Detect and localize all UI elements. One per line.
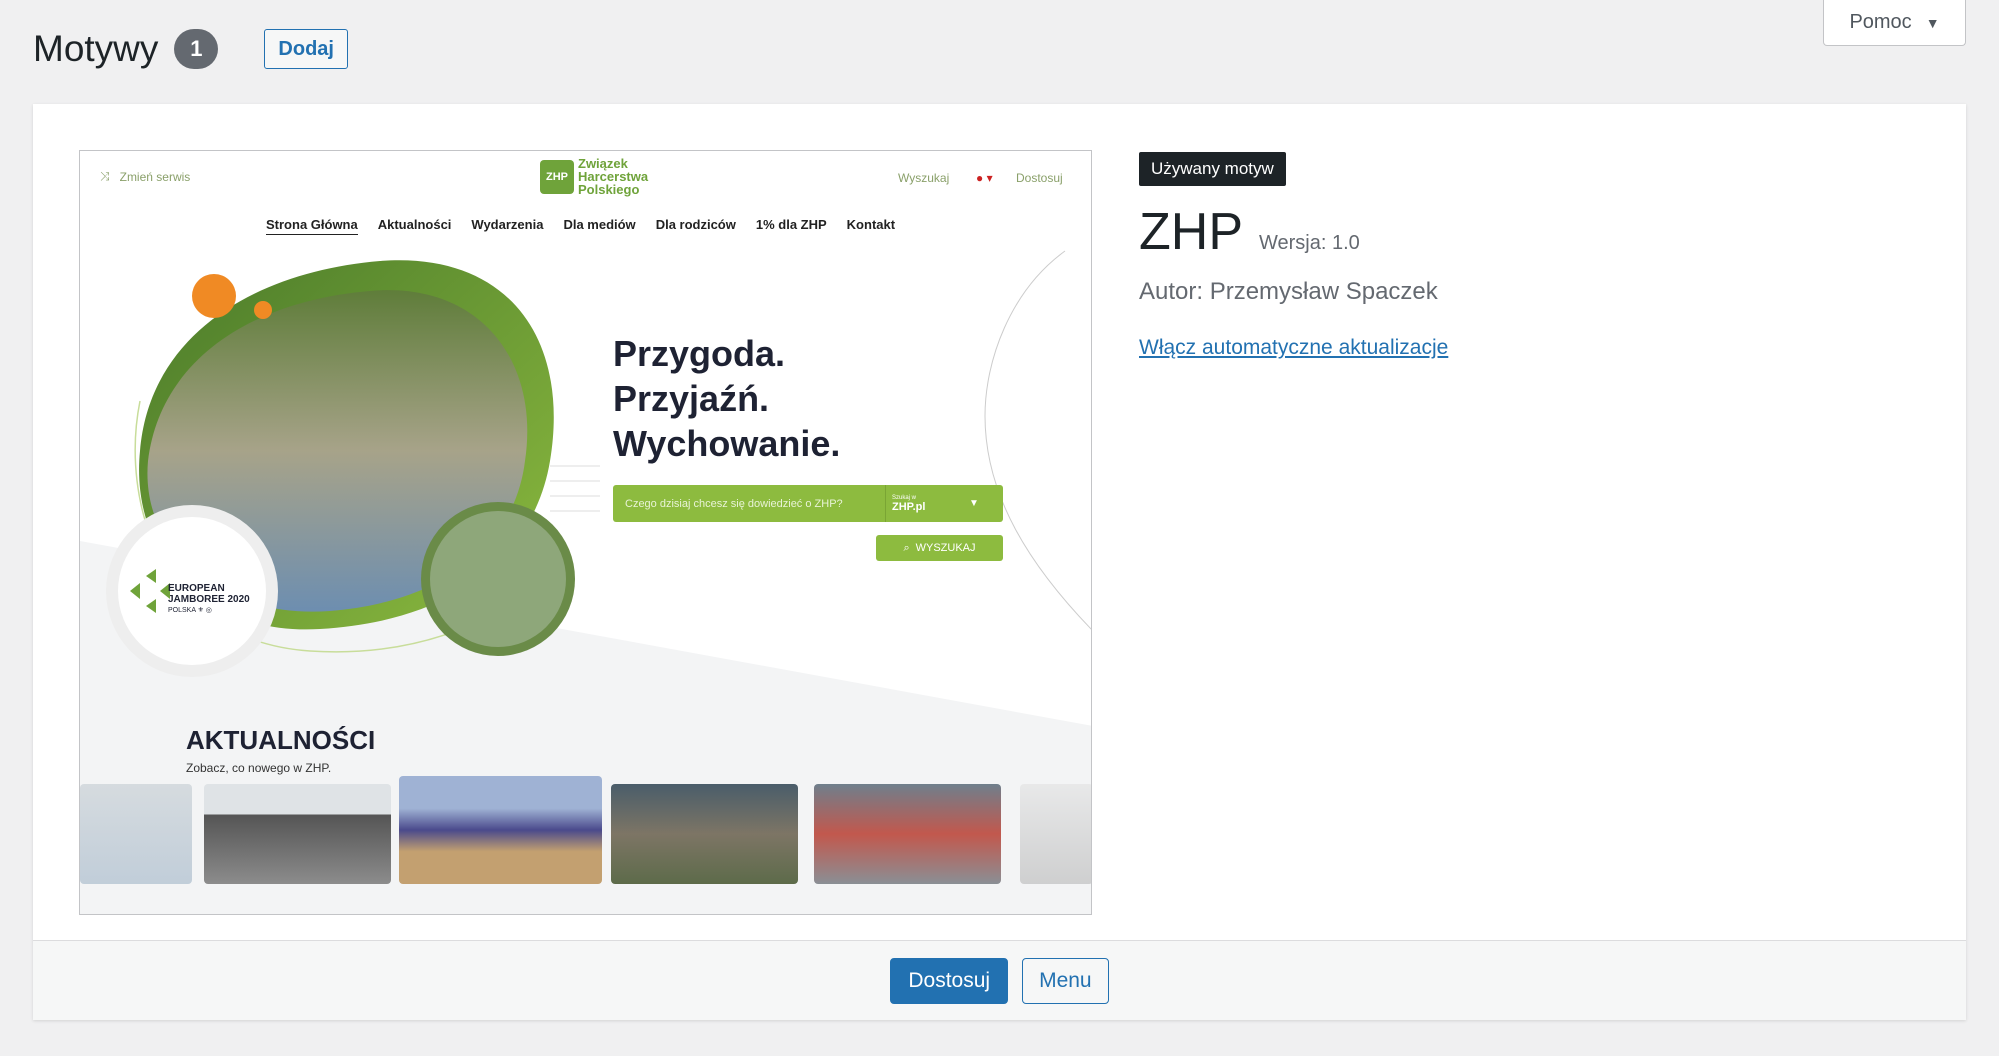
jamboree-line: POLSKA ⚜ ◎ [168, 607, 212, 614]
caret-down-icon: ▼ [1925, 14, 1940, 31]
preview-logo-text: Związek Harcerstwa Polskiego [578, 157, 648, 196]
preview-search-button: ⌕ WYSZUKAJ [876, 535, 1003, 561]
zhp-logo-icon: ZHP [540, 159, 574, 194]
jamboree-line: JAMBOREE 2020 [168, 594, 250, 605]
preview-search-bar: Czego dzisiaj chcesz się dowiedzieć o ZH… [613, 485, 1003, 522]
preview-slogan-line: Przygoda. [613, 333, 786, 374]
active-theme-card: ⤨ Zmień serwis ZHP Związek Harcerstwa Po… [33, 104, 1966, 1020]
preview-search-button-label: WYSZUKAJ [915, 542, 976, 554]
menu-button[interactable]: Menu [1022, 957, 1109, 1004]
jamboree-badge: EUROPEAN JAMBOREE 2020 POLSKA ⚜ ◎ [168, 583, 250, 616]
enable-auto-updates-link[interactable]: Włącz automatyczne aktualizacje [1139, 336, 1448, 360]
preview-logo-line: Polskiego [578, 182, 640, 197]
preview-slogan: Przygoda. Przyjaźń. Wychowanie. [613, 331, 840, 466]
theme-name: ZHP [1139, 203, 1243, 261]
preview-topbar: ⤨ Zmień serwis ZHP Związek Harcerstwa Po… [80, 151, 1091, 201]
preview-search-scope-value: ZHP.pl [892, 500, 926, 513]
theme-details: Używany motyw ZHP Wersja: 1.0 Autor: Prz… [1139, 152, 1919, 360]
preview-customize-link: Dostosuj [1016, 171, 1063, 185]
current-theme-label: Używany motyw [1139, 152, 1286, 186]
preview-search-placeholder: Czego dzisiaj chcesz się dowiedzieć o ZH… [625, 497, 843, 510]
theme-version: Wersja: 1.0 [1259, 232, 1360, 254]
theme-actions: Dostosuj Menu [33, 940, 1966, 1020]
preview-search-link: Wyszukaj [898, 171, 950, 185]
help-tab-label: Pomoc [1849, 11, 1912, 33]
news-thumbnail [611, 784, 798, 884]
preview-slogan-line: Przyjaźń. [613, 378, 770, 419]
preview-nav-item: Strona Główna [266, 217, 358, 235]
page-title: Motywy [33, 28, 159, 69]
theme-screenshot[interactable]: ⤨ Zmień serwis ZHP Związek Harcerstwa Po… [79, 150, 1092, 915]
news-thumbnail [1020, 784, 1091, 884]
preview-change-service-label: Zmień serwis [119, 169, 191, 184]
theme-count-badge: 1 [174, 29, 219, 69]
customize-button[interactable]: Dostosuj [890, 957, 1009, 1004]
preview-logo: ZHP Związek Harcerstwa Polskiego [540, 157, 648, 196]
preview-nav: Strona Główna Aktualności Wydarzenia Dla… [266, 217, 895, 235]
preview-news-thumbnails [80, 776, 1091, 914]
add-theme-button[interactable]: Dodaj [264, 29, 348, 69]
preview-nav-item: Dla rodziców [655, 217, 736, 232]
preview-nav-item: Aktualności [377, 217, 452, 232]
flag-icon: ● ▾ [976, 171, 993, 185]
preview-slogan-line: Wychowanie. [613, 423, 841, 464]
news-thumbnail [399, 776, 602, 884]
news-thumbnail [80, 784, 192, 884]
page-header: Motywy 1 Dodaj [33, 28, 348, 70]
news-thumbnail [814, 784, 1001, 884]
preview-news-subtitle: Zobacz, co nowego w ZHP. [186, 761, 332, 775]
jamboree-line: EUROPEAN [168, 583, 225, 594]
shuffle-icon: ⤨ [100, 169, 110, 183]
caret-down-icon: ▼ [969, 498, 979, 509]
preview-nav-item: 1% dla ZHP [755, 217, 827, 232]
news-thumbnail [204, 784, 391, 884]
preview-nav-item: Kontakt [846, 217, 896, 232]
preview-news-title: AKTUALNOŚCI [186, 725, 376, 755]
theme-name-row: ZHP Wersja: 1.0 [1139, 202, 1919, 262]
preview-search-scope: Szukaj w ZHP.pl [885, 485, 969, 522]
theme-author: Autor: Przemysław Spaczek [1139, 278, 1438, 305]
preview-nav-item: Wydarzenia [471, 217, 544, 232]
search-icon: ⌕ [903, 541, 910, 554]
preview-nav-item: Dla mediów [563, 217, 636, 232]
help-tab-button[interactable]: Pomoc ▼ [1823, 0, 1966, 46]
preview-change-service: ⤨ Zmień serwis [100, 169, 190, 184]
